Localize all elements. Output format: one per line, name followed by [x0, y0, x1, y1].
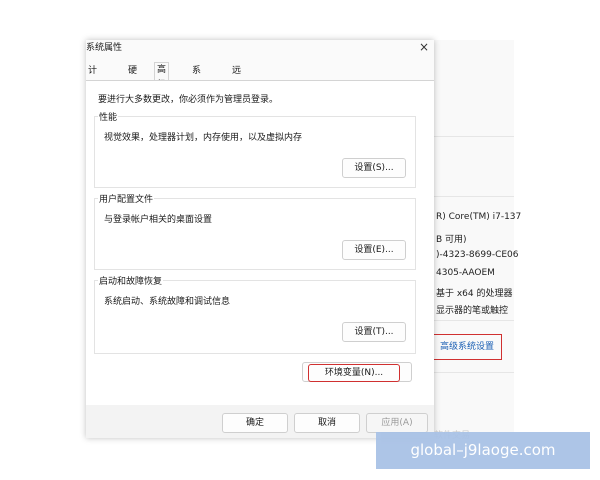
performance-title: 性能 — [98, 110, 119, 123]
background-pen-touch-text: 显示器的笔或触控 — [436, 306, 509, 316]
advanced-system-settings-link[interactable]: 高级系统设置 — [432, 334, 502, 360]
background-divider — [432, 136, 514, 137]
performance-desc: 视觉效果，处理器计划，内存使用，以及虚拟内存 — [104, 133, 303, 143]
user-profiles-settings-button[interactable]: 设置(E)... — [342, 240, 406, 260]
close-icon[interactable]: × — [419, 40, 429, 54]
background-system-type-text: 基于 x64 的处理器 — [436, 289, 513, 299]
tab-remote[interactable]: 远程 — [230, 64, 243, 91]
cancel-button[interactable]: 取消 — [294, 413, 360, 433]
background-processor-text: R) Core(TM) i7-137 — [436, 212, 522, 222]
user-profiles-title: 用户配置文件 — [98, 192, 155, 205]
tab-advanced[interactable]: 高级 — [154, 62, 170, 90]
apply-button[interactable]: 应用(A) — [366, 413, 428, 433]
watermark: global–j9laoge.com — [376, 432, 590, 469]
system-properties-dialog: 系统属性 × 计算机名 硬件 高级 系统保护 远程 要进行大多数更改，你必须作为… — [86, 40, 434, 438]
background-divider — [432, 196, 514, 197]
background-divider — [432, 372, 514, 373]
tab-system-protection[interactable]: 系统保护 — [190, 64, 203, 121]
startup-recovery-group — [94, 280, 416, 354]
tab-hardware[interactable]: 硬件 — [126, 64, 139, 91]
startup-recovery-title: 启动和故障恢复 — [98, 274, 164, 287]
tab-computer-name[interactable]: 计算机名 — [86, 64, 99, 121]
admin-note: 要进行大多数更改，你必须作为管理员登录。 — [98, 95, 279, 105]
dialog-title: 系统属性 — [86, 43, 123, 53]
background-memory-text: B 可用) — [436, 235, 467, 245]
environment-variables-button[interactable]: 环境变量(N)... — [308, 364, 400, 382]
background-product-id-text: 4305-AAOEM — [436, 268, 495, 278]
startup-recovery-settings-button[interactable]: 设置(T)... — [342, 322, 406, 342]
ok-button[interactable]: 确定 — [222, 413, 288, 433]
background-device-id-text: )-4323-8699-CE06 — [436, 250, 519, 260]
startup-recovery-desc: 系统启动、系统故障和调试信息 — [104, 297, 231, 307]
user-profiles-desc: 与登录帐户相关的桌面设置 — [104, 215, 213, 225]
background-divider — [432, 320, 514, 321]
performance-settings-button[interactable]: 设置(S)... — [342, 158, 406, 178]
